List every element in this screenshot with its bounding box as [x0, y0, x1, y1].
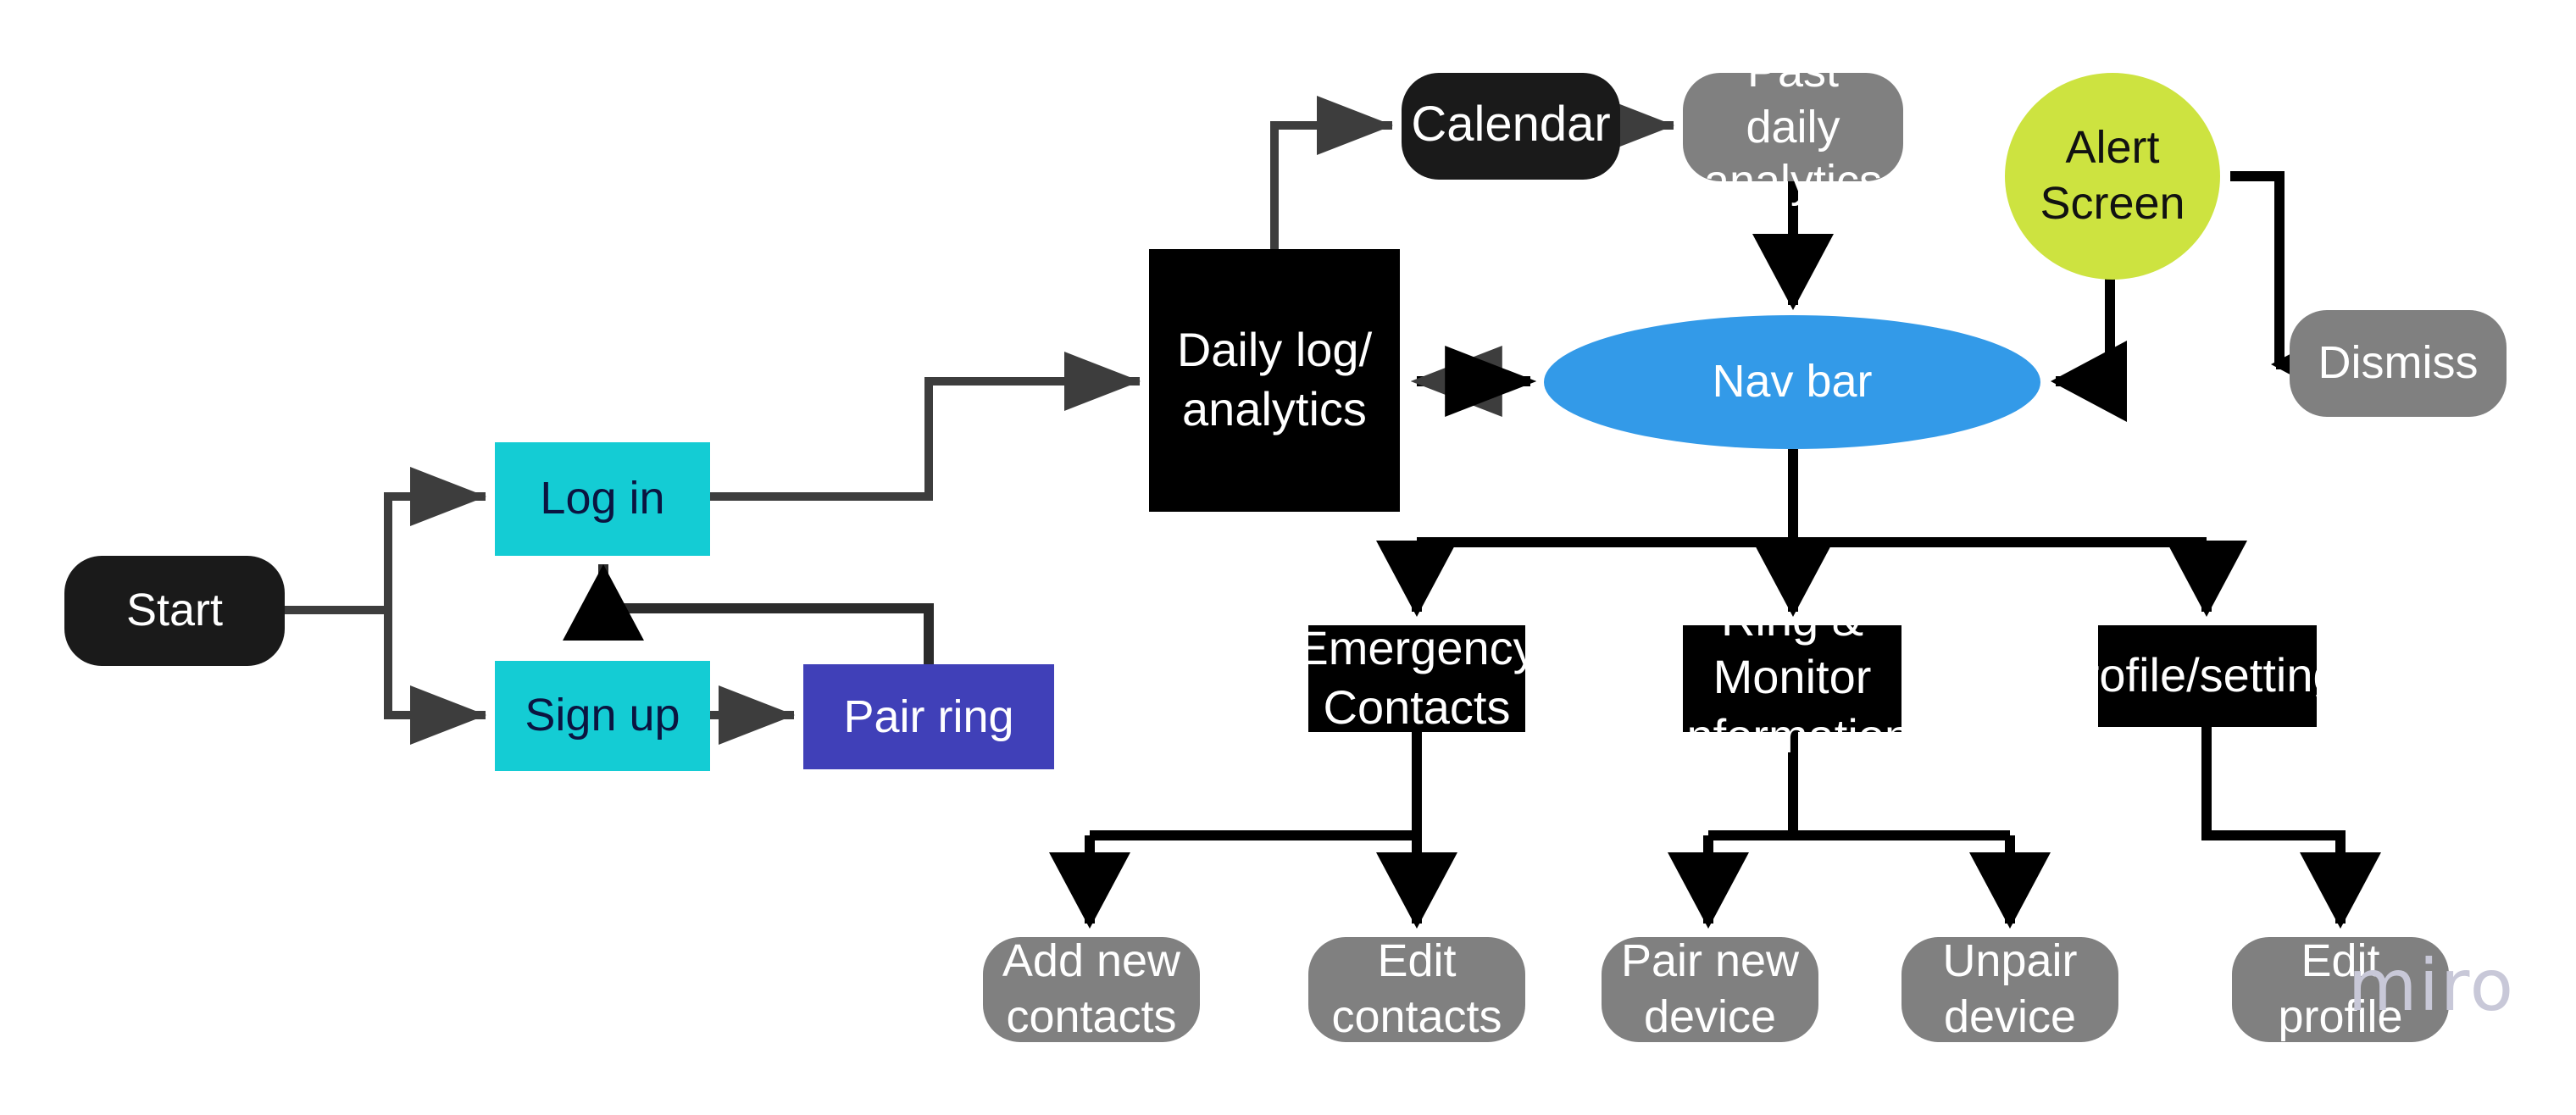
node-daily-log-analytics[interactable]: Daily log/ analytics [1149, 249, 1400, 512]
node-pair-ring[interactable]: Pair ring [803, 664, 1054, 769]
node-edit-contacts-label: Edit contacts [1331, 935, 1502, 1042]
node-pair-new-device[interactable]: Pair new device [1602, 935, 1818, 1042]
node-alert-screen-label: Alert Screen [2040, 122, 2185, 229]
node-sign-up[interactable]: Sign up [495, 661, 710, 771]
edge-alertscreen-dismiss [2230, 171, 2347, 405]
node-profile-settings[interactable]: Profile/settings [2051, 625, 2363, 727]
node-daily-log-analytics-label: Daily log/ analytics [1176, 324, 1373, 435]
node-start-label: Start [125, 585, 224, 636]
edge-login-dailylog [706, 352, 1141, 501]
node-nav-bar-label: Nav bar [1712, 356, 1873, 408]
node-nav-bar[interactable]: Nav bar [1544, 315, 2040, 449]
node-calendar-label: Calendar [1411, 97, 1611, 153]
edge-alertscreen-navbar [2051, 276, 2127, 422]
node-ring-monitor-information-label: Ring & Monitor Information [1673, 593, 1912, 763]
node-past-daily-analytics[interactable]: Past daily analytics [1683, 45, 1903, 208]
node-emergency-contacts[interactable]: Emergency Contacts [1296, 623, 1536, 733]
node-log-in-label: Log in [540, 473, 665, 524]
edge-dailylog-calendar [1270, 96, 1394, 253]
edge-profile-editprofile [2201, 727, 2381, 929]
node-dismiss-label: Dismiss [2318, 337, 2479, 389]
edge-start-signup [280, 606, 487, 745]
node-log-in[interactable]: Log in [495, 442, 710, 556]
flowchart-canvas: Start Log in Sign up Pair ring Daily log… [0, 0, 2576, 1115]
node-start[interactable]: Start [64, 556, 285, 666]
node-edit-contacts[interactable]: Edit contacts [1308, 935, 1525, 1042]
node-pair-new-device-label: Pair new device [1620, 935, 1800, 1042]
node-calendar[interactable]: Calendar [1402, 73, 1620, 180]
node-unpair-device[interactable]: Unpair device [1901, 935, 2118, 1042]
node-past-daily-analytics-label: Past daily analytics [1703, 45, 1883, 208]
edge-pairring-login [563, 564, 934, 669]
node-sign-up-label: Sign up [525, 690, 680, 741]
node-add-new-contacts-label: Add new contacts [1002, 935, 1181, 1042]
node-dismiss[interactable]: Dismiss [2290, 310, 2507, 417]
node-ring-monitor-information[interactable]: Ring & Monitor Information [1674, 594, 1911, 763]
node-add-new-contacts[interactable]: Add new contacts [983, 935, 1200, 1042]
miro-watermark: miro [2347, 944, 2515, 1027]
node-alert-screen[interactable]: Alert Screen [2005, 73, 2220, 280]
node-pair-ring-label: Pair ring [843, 691, 1014, 742]
edge-start-login [280, 467, 487, 614]
node-unpair-device-label: Unpair device [1942, 935, 2078, 1042]
node-profile-settings-label: Profile/settings [2051, 648, 2363, 702]
node-emergency-contacts-label: Emergency Contacts [1296, 622, 1537, 733]
